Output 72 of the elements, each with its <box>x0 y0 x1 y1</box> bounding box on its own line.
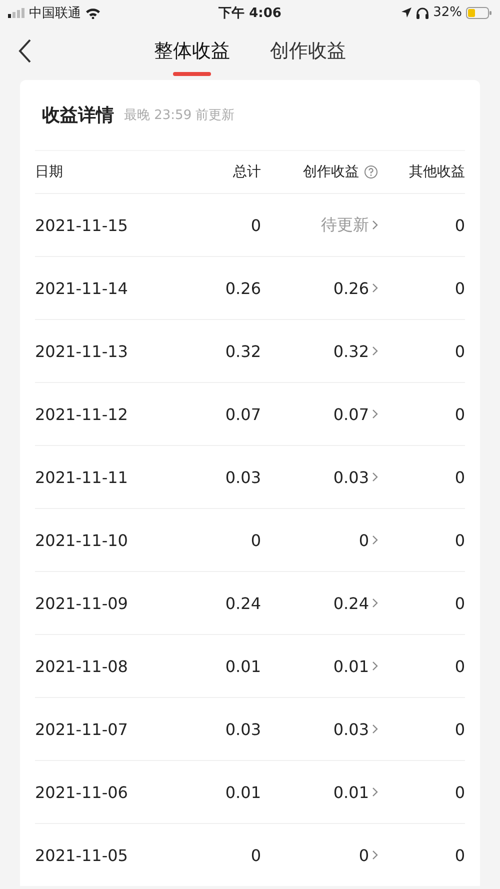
help-icon[interactable] <box>364 165 378 179</box>
creation-earnings-link[interactable]: 0.03 <box>333 720 369 738</box>
tab[interactable]: 整体收益 <box>154 38 230 76</box>
total-cell: 0 <box>250 846 261 864</box>
other-cell: 0 <box>454 530 465 550</box>
other-cell: 0 <box>454 720 465 738</box>
chevron-icon <box>372 472 378 482</box>
chevron-icon <box>372 409 378 419</box>
other-cell: 0 <box>454 404 465 424</box>
other-cell: 0 <box>454 468 465 486</box>
creation-earnings-link[interactable]: 0.24 <box>333 594 369 612</box>
creation-earnings-link[interactable]: 0.26 <box>333 278 369 298</box>
update-note: 最晚 23:59 前更新 <box>124 107 235 124</box>
chevron-icon <box>372 850 378 860</box>
total-cell: 0.32 <box>225 342 261 360</box>
wifi-icon <box>85 6 101 18</box>
other-cell: 0 <box>454 594 465 612</box>
date-cell: 2021-11-09 <box>35 594 128 612</box>
chevron-icon <box>372 346 378 356</box>
other-cell: 0 <box>454 846 465 864</box>
column-header: 其他收益 <box>409 163 465 181</box>
total-cell: 0.26 <box>225 278 261 298</box>
other-cell: 0 <box>454 216 465 234</box>
total-cell: 0.03 <box>225 720 261 738</box>
chevron-icon <box>372 598 378 608</box>
chevron-icon <box>372 661 378 671</box>
status-time: 下午 4:06 <box>218 4 282 22</box>
signal-icon <box>8 8 25 18</box>
section-title: 收益详情 <box>42 104 114 127</box>
total-cell: 0.03 <box>225 468 261 486</box>
battery-percent: 32% <box>433 5 462 20</box>
battery-icon <box>466 6 492 18</box>
total-cell: 0.01 <box>225 656 261 676</box>
date-cell: 2021-11-06 <box>35 782 128 802</box>
date-cell: 2021-11-07 <box>35 720 128 738</box>
other-cell: 0 <box>454 278 465 298</box>
creation-earnings-link[interactable]: 0.32 <box>333 342 369 360</box>
total-cell: 0 <box>250 216 261 234</box>
creation-earnings-link[interactable]: 0.01 <box>333 782 369 802</box>
creation-earnings-link[interactable]: 0.01 <box>333 656 369 676</box>
date-cell: 2021-11-15 <box>35 216 128 234</box>
location-arrow-icon <box>401 7 412 18</box>
date-cell: 2021-11-13 <box>35 342 128 360</box>
other-cell: 0 <box>454 656 465 676</box>
chevron-icon <box>372 535 378 545</box>
other-cell: 0 <box>454 782 465 802</box>
total-cell: 0 <box>250 530 261 550</box>
chevron-icon <box>372 283 378 293</box>
creation-earnings-link[interactable]: 0 <box>358 530 369 550</box>
creation-earnings-link[interactable]: 0.07 <box>333 404 369 424</box>
total-cell: 0.07 <box>225 404 261 424</box>
headphones-icon <box>416 6 430 18</box>
date-cell: 2021-11-08 <box>35 656 128 676</box>
carrier-name: 中国联通 <box>29 4 81 22</box>
column-header: 日期 <box>35 163 63 181</box>
date-cell: 2021-11-05 <box>35 846 128 864</box>
date-cell: 2021-11-14 <box>35 278 128 298</box>
other-cell: 0 <box>454 342 465 360</box>
tab[interactable]: 创作收益 <box>270 38 346 76</box>
creation-earnings-link[interactable]: 0.03 <box>333 468 369 486</box>
date-cell: 2021-11-10 <box>35 530 128 550</box>
column-header: 创作收益 <box>303 163 359 181</box>
date-cell: 2021-11-11 <box>35 468 128 486</box>
tab-indicator <box>173 72 211 76</box>
total-cell: 0.01 <box>225 782 261 802</box>
column-header: 总计 <box>233 163 261 181</box>
chevron-icon <box>372 220 378 230</box>
total-cell: 0.24 <box>225 594 261 612</box>
chevron-icon <box>372 787 378 797</box>
date-cell: 2021-11-12 <box>35 404 128 424</box>
chevron-icon <box>372 724 378 734</box>
creation-earnings-link[interactable]: 0 <box>358 846 369 864</box>
